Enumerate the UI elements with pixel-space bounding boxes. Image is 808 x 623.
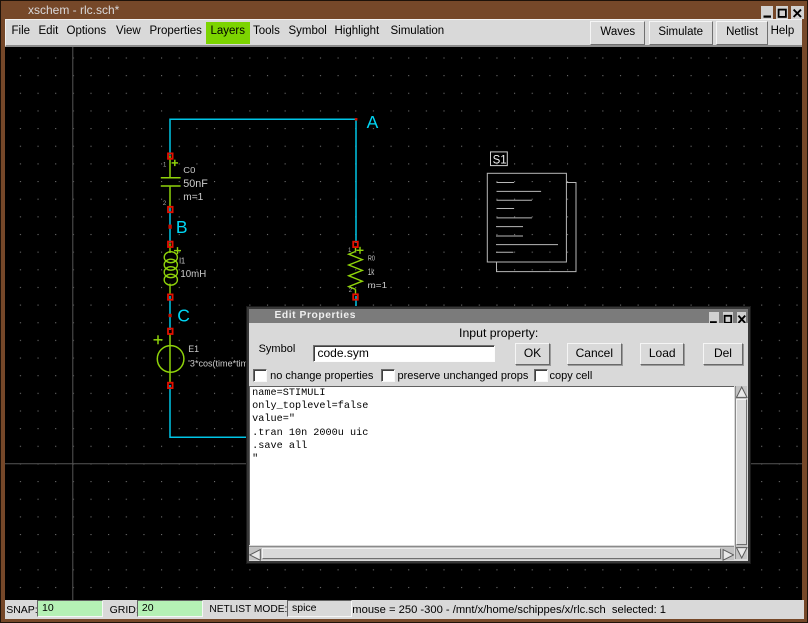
svg-text:C0: C0 bbox=[183, 166, 196, 175]
svg-text:l1: l1 bbox=[179, 256, 185, 265]
svg-text:R0: R0 bbox=[368, 253, 375, 262]
svg-text:S1: S1 bbox=[493, 154, 507, 166]
svg-text:10mH: 10mH bbox=[180, 268, 206, 280]
svg-text:B: B bbox=[176, 217, 188, 237]
svg-text:'3*cos(time*tim: '3*cos(time*tim bbox=[188, 358, 248, 368]
svg-text:m=1: m=1 bbox=[368, 280, 388, 290]
svg-text:1k: 1k bbox=[368, 267, 375, 277]
svg-text:E1: E1 bbox=[188, 344, 199, 354]
svg-text:m=1: m=1 bbox=[183, 191, 203, 203]
svg-text:A: A bbox=[367, 112, 379, 132]
svg-text:50nF: 50nF bbox=[183, 178, 208, 190]
svg-text:C: C bbox=[177, 305, 190, 325]
